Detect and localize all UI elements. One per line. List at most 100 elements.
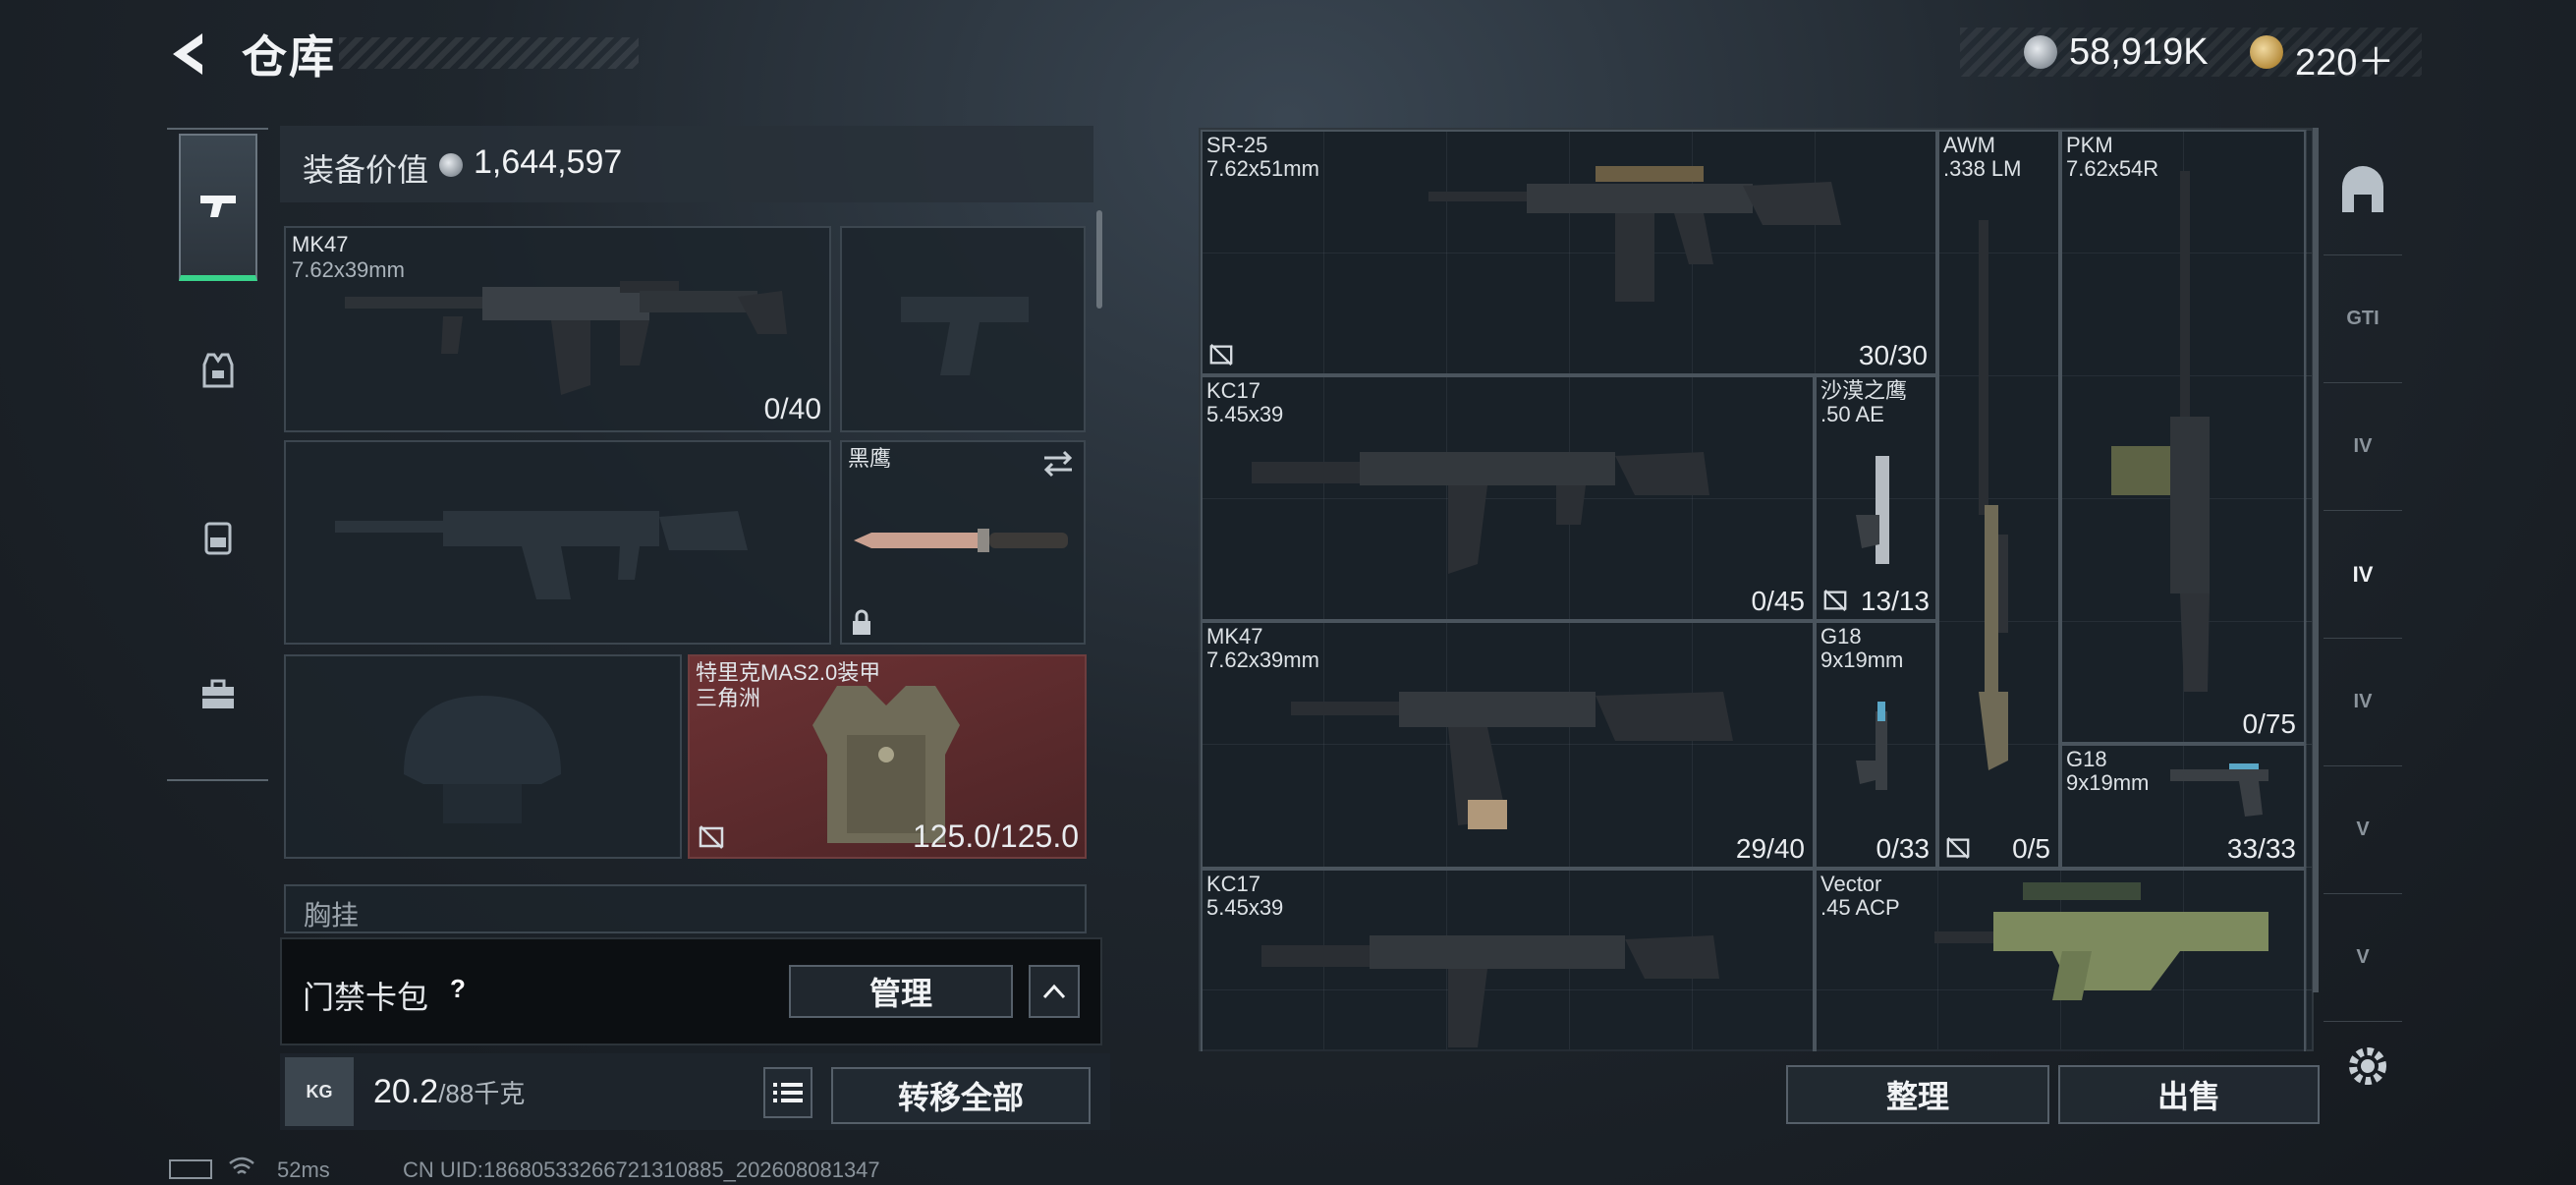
- storage-tab-label: GTI: [2346, 308, 2380, 329]
- pistol-icon: [200, 196, 236, 217]
- nav-backpack[interactable]: [179, 464, 257, 611]
- lock-icon: [853, 609, 870, 635]
- weight-icon: KG: [285, 1057, 354, 1126]
- item-name: MK47: [1206, 624, 1263, 649]
- list-view-button[interactable]: [763, 1067, 812, 1118]
- kg-label: KG: [306, 1081, 333, 1101]
- chest-rig-slot[interactable]: 胸挂: [284, 884, 1087, 933]
- gold-coin-icon: [2250, 35, 2283, 69]
- back-arrow-icon[interactable]: [165, 29, 214, 79]
- storage-tab-v-1[interactable]: V: [2324, 766, 2402, 894]
- storage-item-awm[interactable]: AWM .338 LM 0/5: [1937, 130, 2060, 869]
- item-ammo: 0/5: [2012, 833, 2050, 864]
- weight-value: 20.2: [373, 1073, 439, 1110]
- storage-item-kc17[interactable]: KC17 5.45x39 0/45: [1201, 375, 1815, 621]
- wifi-icon: [229, 1157, 254, 1174]
- silver-coin-icon: [2024, 35, 2057, 69]
- pistol-image: [1856, 456, 1889, 564]
- storage-page-nav: GTI IV IV IV V V: [2324, 128, 2412, 1022]
- rifle-silhouette-icon: [335, 511, 748, 599]
- sidearm-slot[interactable]: [840, 226, 1086, 432]
- vest-icon: [202, 353, 234, 388]
- sniper-rifle-image: [1428, 166, 1841, 302]
- item-name: G18: [1820, 624, 1862, 649]
- armor-durability: 125.0/125.0: [912, 818, 1079, 854]
- item-name: Vector: [1820, 872, 1882, 896]
- backpack-icon: [204, 522, 232, 555]
- helmet-silhouette-icon: [404, 696, 561, 823]
- storage-item-desert-eagle[interactable]: 沙漠之鹰 .50 AE 13/13: [1815, 375, 1937, 621]
- swap-icon[interactable]: [1040, 448, 1076, 480]
- no-insure-icon: [1946, 836, 1970, 860]
- silver-currency-value: 58,919K: [2069, 31, 2209, 73]
- pistol-silhouette-icon: [901, 297, 1029, 375]
- chevron-up-icon: [1042, 984, 1066, 999]
- ping-value: 52ms: [277, 1157, 330, 1182]
- item-ammo: 30/30: [1858, 340, 1928, 370]
- primary-weapon-ammo: 0/40: [763, 393, 821, 425]
- no-insure-icon: [1823, 589, 1847, 612]
- nav-weapons[interactable]: [179, 134, 257, 281]
- storage-tab-label: IV: [2352, 561, 2374, 587]
- gold-currency-value[interactable]: 220＋: [2295, 31, 2394, 85]
- weight-max: /88千克: [438, 1079, 526, 1108]
- chest-rig-label: 胸挂: [304, 900, 360, 931]
- item-name: AWM: [1943, 133, 1995, 157]
- storage-tab-label: IV: [2353, 435, 2373, 457]
- item-name: 沙漠之鹰: [1820, 378, 1908, 403]
- storage-item-g18[interactable]: G18 9x19mm 33/33: [2060, 744, 2306, 869]
- machine-gun-image: [2111, 171, 2210, 692]
- melee-slot[interactable]: 黑鹰: [840, 440, 1086, 645]
- storage-item-kc17[interactable]: KC17 5.45x39: [1201, 869, 1815, 1051]
- no-insure-icon: [699, 825, 724, 849]
- pistol-image: [1856, 702, 1887, 790]
- no-insure-icon: [1209, 343, 1233, 367]
- storage-tab-iv-2[interactable]: IV: [2324, 511, 2402, 639]
- storage-item-mk47[interactable]: MK47 7.62x39mm 29/40: [1201, 621, 1815, 869]
- storage-tab-iv-3[interactable]: IV: [2324, 639, 2402, 766]
- list-icon: [773, 1083, 803, 1102]
- storage-tab-gti[interactable]: GTI: [2324, 255, 2402, 383]
- title-decoration: [339, 37, 639, 69]
- pistol-image: [2170, 763, 2268, 817]
- transfer-all-button[interactable]: 转移全部: [831, 1067, 1091, 1124]
- equipment-value-label: 装备价值: [303, 152, 429, 188]
- item-name: PKM: [2066, 133, 2113, 157]
- storage-scrollbar[interactable]: [2313, 128, 2319, 992]
- item-caliber: 7.62x51mm: [1206, 156, 1319, 181]
- awm-rifle-image: [1979, 220, 2008, 770]
- collapse-button[interactable]: [1029, 965, 1080, 1018]
- rifle-image: [345, 281, 787, 395]
- user-uid: CN UID:1868053326672131088​5_20260808134…: [403, 1157, 880, 1182]
- primary-weapon-slot[interactable]: MK47 7.62x39mm 0/40: [284, 226, 831, 432]
- item-caliber: .50 AE: [1820, 402, 1884, 426]
- loadout-category-nav: [167, 128, 268, 781]
- armor-slot[interactable]: 特里克MAS2.0装甲 三角洲 125.0/125.0: [688, 654, 1087, 859]
- item-caliber: .45 ACP: [1820, 895, 1900, 920]
- rifle-image: [1261, 935, 1719, 1047]
- helmet-slot[interactable]: [284, 654, 682, 859]
- manage-button[interactable]: 管理: [789, 965, 1013, 1018]
- storage-item-pkm[interactable]: PKM 7.62x54R 0/75: [2060, 130, 2306, 744]
- gear-icon[interactable]: [2343, 1042, 2392, 1091]
- item-ammo: 29/40: [1735, 833, 1805, 864]
- knife-image: [854, 529, 1068, 552]
- item-name: G18: [2066, 747, 2107, 771]
- secondary-weapon-slot[interactable]: [284, 440, 831, 645]
- item-caliber: .338 LM: [1943, 156, 2022, 181]
- nav-gear[interactable]: [179, 297, 257, 444]
- sell-button[interactable]: 出售: [2058, 1065, 2320, 1124]
- item-ammo: 0/45: [1751, 586, 1806, 616]
- storage-home-tab[interactable]: [2324, 128, 2402, 255]
- sort-button[interactable]: 整理: [1786, 1065, 2049, 1124]
- storage-tab-iv-1[interactable]: IV: [2324, 383, 2402, 511]
- item-caliber: 9x19mm: [2066, 770, 2150, 795]
- nav-case[interactable]: [179, 621, 257, 768]
- storage-item-g18[interactable]: G18 9x19mm 0/33: [1815, 621, 1937, 869]
- help-icon[interactable]: ?: [440, 971, 476, 1006]
- storage-tab-label: V: [2356, 946, 2370, 968]
- storage-tab-v-2[interactable]: V: [2324, 894, 2402, 1022]
- loadout-scrollbar[interactable]: [1096, 210, 1102, 309]
- storage-item-vector[interactable]: Vector .45 ACP: [1815, 869, 2306, 1051]
- storage-item-sr25[interactable]: SR-25 7.62x51mm 30/30: [1201, 130, 1937, 375]
